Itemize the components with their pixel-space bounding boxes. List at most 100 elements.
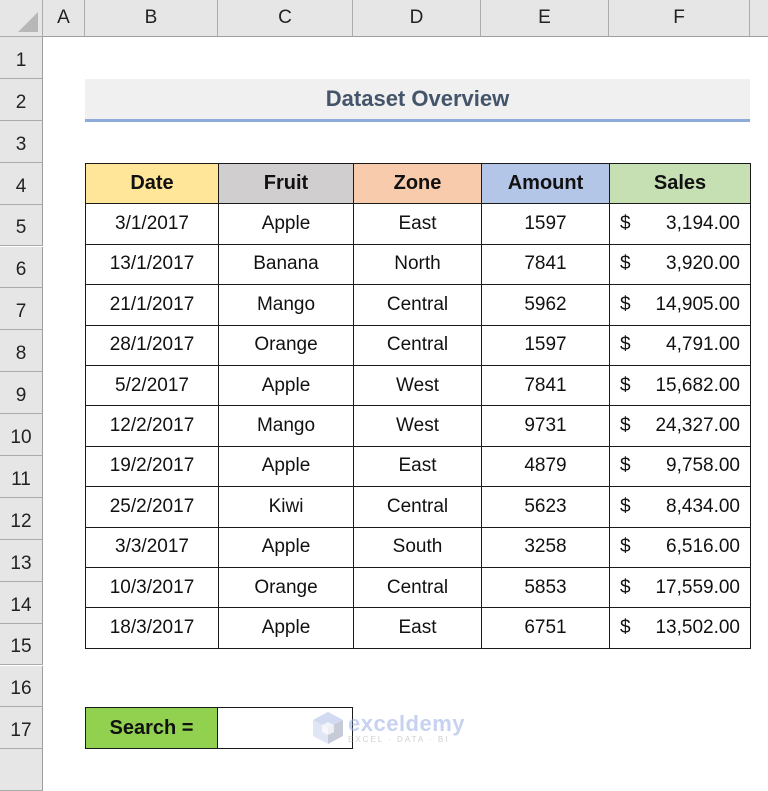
currency-symbol: $	[620, 415, 631, 437]
row-header-3[interactable]: 3	[0, 120, 43, 163]
cell-zone[interactable]: Central	[353, 284, 482, 326]
cell-date[interactable]: 21/1/2017	[85, 284, 219, 326]
cell-amount[interactable]: 5853	[481, 566, 610, 609]
header-date[interactable]: Date	[85, 162, 219, 205]
cell-amount[interactable]: 1597	[481, 203, 610, 245]
row-header-11[interactable]: 11	[0, 456, 43, 498]
row-header-1[interactable]: 1	[0, 37, 43, 79]
row-header-5[interactable]: 5	[0, 204, 43, 247]
column-header-e[interactable]: E	[481, 0, 609, 37]
row-header-12[interactable]: 12	[0, 497, 43, 540]
cell-sales[interactable]: $24,327.00	[609, 405, 751, 447]
row-header-8[interactable]: 8	[0, 330, 43, 373]
cell-sales[interactable]: $14,905.00	[609, 284, 751, 326]
row-header-9[interactable]: 9	[0, 372, 43, 415]
cell-fruit[interactable]: Kiwi	[218, 486, 354, 528]
cell-zone[interactable]: West	[353, 364, 482, 407]
cell-zone[interactable]: West	[353, 405, 482, 447]
cell-fruit[interactable]: Apple	[218, 364, 354, 407]
cell-date[interactable]: 12/2/2017	[85, 405, 219, 447]
cell-fruit[interactable]: Mango	[218, 405, 354, 447]
column-header-c[interactable]: C	[218, 0, 353, 37]
row-header-13[interactable]: 13	[0, 539, 43, 582]
cell-fruit[interactable]: Banana	[218, 243, 354, 286]
sales-value: 24,327.00	[655, 415, 740, 437]
cell-amount[interactable]: 5623	[481, 486, 610, 528]
cell-date[interactable]: 10/3/2017	[85, 566, 219, 609]
cell-sales[interactable]: $8,434.00	[609, 486, 751, 528]
column-header-f[interactable]: F	[609, 0, 750, 37]
cell-date[interactable]: 19/2/2017	[85, 445, 219, 488]
row-header-14[interactable]: 14	[0, 581, 43, 624]
cell-fruit[interactable]: Mango	[218, 284, 354, 326]
watermark-name: exceldemy	[348, 710, 466, 736]
currency-symbol: $	[620, 374, 631, 396]
cell-amount[interactable]: 7841	[481, 243, 610, 286]
cell-amount[interactable]: 9731	[481, 405, 610, 447]
column-header-next[interactable]	[750, 0, 768, 37]
watermark-tagline: EXCEL · DATA · BI	[348, 734, 450, 744]
cell-amount[interactable]: 3258	[481, 526, 610, 568]
cell-date[interactable]: 25/2/2017	[85, 486, 219, 528]
cell-sales[interactable]: $4,791.00	[609, 324, 751, 366]
cell-amount[interactable]: 5962	[481, 284, 610, 326]
cell-date[interactable]: 3/1/2017	[85, 203, 219, 245]
cell-sales[interactable]: $17,559.00	[609, 566, 751, 609]
header-fruit[interactable]: Fruit	[218, 162, 354, 205]
column-header-d[interactable]: D	[353, 0, 481, 37]
row-header-2[interactable]: 2	[0, 78, 43, 121]
cell-zone[interactable]: East	[353, 445, 482, 488]
cell-sales[interactable]: $9,758.00	[609, 445, 751, 488]
row-header-15[interactable]: 15	[0, 623, 43, 666]
table-row: 25/2/2017 Kiwi Central 5623 $8,434.00	[85, 486, 751, 528]
cell-amount[interactable]: 6751	[481, 607, 610, 649]
dataset-table: Date Fruit Zone Amount Sales 3/1/2017 App…	[85, 162, 751, 649]
column-header-a[interactable]: A	[43, 0, 85, 37]
row-header-6[interactable]: 6	[0, 246, 43, 289]
row-header-next[interactable]	[0, 749, 43, 791]
table-row: 18/3/2017 Apple East 6751 $13,502.00	[85, 607, 751, 649]
cell-zone[interactable]: Central	[353, 566, 482, 609]
row-header-4[interactable]: 4	[0, 162, 43, 205]
cell-amount[interactable]: 4879	[481, 445, 610, 488]
table-header-row: Date Fruit Zone Amount Sales	[85, 162, 751, 205]
cell-amount[interactable]: 1597	[481, 324, 610, 366]
cell-fruit[interactable]: Orange	[218, 566, 354, 609]
cell-date[interactable]: 18/3/2017	[85, 607, 219, 649]
cell-zone[interactable]: Central	[353, 324, 482, 366]
cell-fruit[interactable]: Apple	[218, 607, 354, 649]
cell-sales[interactable]: $3,920.00	[609, 243, 751, 286]
cell-date[interactable]: 13/1/2017	[85, 243, 219, 286]
cell-sales[interactable]: $6,516.00	[609, 526, 751, 568]
currency-symbol: $	[620, 536, 631, 558]
cell-sales[interactable]: $15,682.00	[609, 364, 751, 407]
select-all-button[interactable]	[0, 0, 43, 37]
cell-fruit[interactable]: Apple	[218, 445, 354, 488]
row-header-16[interactable]: 16	[0, 665, 43, 708]
cell-sales[interactable]: $3,194.00	[609, 203, 751, 245]
cell-fruit[interactable]: Apple	[218, 526, 354, 568]
header-zone[interactable]: Zone	[353, 162, 482, 205]
column-header-b[interactable]: B	[85, 0, 218, 37]
currency-symbol: $	[620, 334, 631, 356]
search-input[interactable]	[217, 707, 353, 749]
title-underline	[85, 119, 750, 122]
cell-zone[interactable]: East	[353, 607, 482, 649]
cell-amount[interactable]: 7841	[481, 364, 610, 407]
cell-date[interactable]: 3/3/2017	[85, 526, 219, 568]
cell-zone[interactable]: South	[353, 526, 482, 568]
cell-fruit[interactable]: Apple	[218, 203, 354, 245]
cell-zone[interactable]: North	[353, 243, 482, 286]
cell-date[interactable]: 5/2/2017	[85, 364, 219, 407]
row-header-10[interactable]: 10	[0, 414, 43, 456]
header-sales[interactable]: Sales	[609, 162, 751, 205]
cell-zone[interactable]: Central	[353, 486, 482, 528]
dataset-title[interactable]: Dataset Overview	[85, 79, 750, 119]
cell-date[interactable]: 28/1/2017	[85, 324, 219, 366]
row-header-17[interactable]: 17	[0, 707, 43, 750]
cell-sales[interactable]: $13,502.00	[609, 607, 751, 649]
cell-zone[interactable]: East	[353, 203, 482, 245]
cell-fruit[interactable]: Orange	[218, 324, 354, 366]
header-amount[interactable]: Amount	[481, 162, 610, 205]
row-header-7[interactable]: 7	[0, 288, 43, 331]
